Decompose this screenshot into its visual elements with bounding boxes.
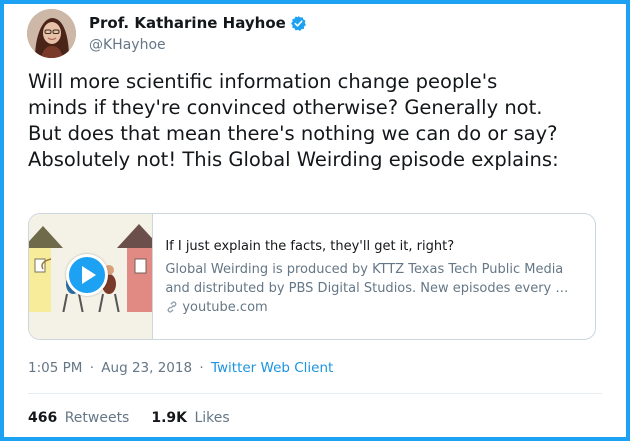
retweets-stat[interactable]: 466 Retweets: [28, 410, 129, 426]
tweet-source-link[interactable]: Twitter Web Client: [211, 360, 333, 376]
tweet-stats: 466 Retweets 1.9K Likes: [28, 410, 252, 426]
meta-separator: ·: [89, 360, 94, 376]
tweet-date[interactable]: Aug 23, 2018: [101, 360, 192, 376]
stats-divider: [28, 393, 602, 394]
avatar[interactable]: [27, 9, 76, 58]
card-body[interactable]: If I just explain the facts, they'll get…: [153, 214, 595, 339]
verified-badge-icon: [290, 15, 307, 32]
tweet-text-line: But does that mean there's nothing we ca…: [28, 122, 558, 145]
author-name-row[interactable]: Prof. Katharine Hayhoe: [89, 14, 307, 32]
tweet-meta: 1:05 PM · Aug 23, 2018 · Twitter Web Cli…: [28, 360, 333, 376]
retweets-label: Retweets: [64, 410, 130, 426]
card-title[interactable]: If I just explain the facts, they'll get…: [165, 239, 583, 254]
link-icon: [167, 301, 177, 313]
author-display-name[interactable]: Prof. Katharine Hayhoe: [89, 14, 286, 32]
tweet-text-line: minds if they're convinced otherwise? Ge…: [28, 96, 543, 119]
author-handle[interactable]: @KHayhoe: [89, 37, 166, 53]
likes-stat[interactable]: 1.9K Likes: [151, 410, 229, 426]
card-description-line: Global Weirding is produced by KTTZ Texa…: [165, 261, 564, 277]
tweet-text: Will more scientific information change …: [28, 69, 618, 173]
avatar-photo: [27, 9, 76, 58]
link-preview-card[interactable]: If I just explain the facts, they'll get…: [28, 213, 596, 340]
tweet-text-line: Will more scientific information change …: [28, 70, 498, 93]
card-description: Global Weirding is produced by KTTZ Texa…: [165, 260, 585, 298]
likes-label: Likes: [194, 410, 230, 426]
video-thumbnail[interactable]: [29, 214, 154, 339]
tweet-text-line: Absolutely not! This Global Weirding epi…: [28, 148, 559, 171]
retweets-count: 466: [28, 410, 58, 426]
likes-count: 1.9K: [151, 410, 188, 426]
card-description-line: and distributed by PBS Digital Studios. …: [165, 280, 569, 296]
play-icon[interactable]: [66, 254, 108, 296]
meta-separator: ·: [199, 360, 204, 376]
card-domain[interactable]: youtube.com: [165, 300, 583, 315]
tweet-time[interactable]: 1:05 PM: [28, 360, 82, 376]
card-domain-label[interactable]: youtube.com: [182, 300, 267, 315]
